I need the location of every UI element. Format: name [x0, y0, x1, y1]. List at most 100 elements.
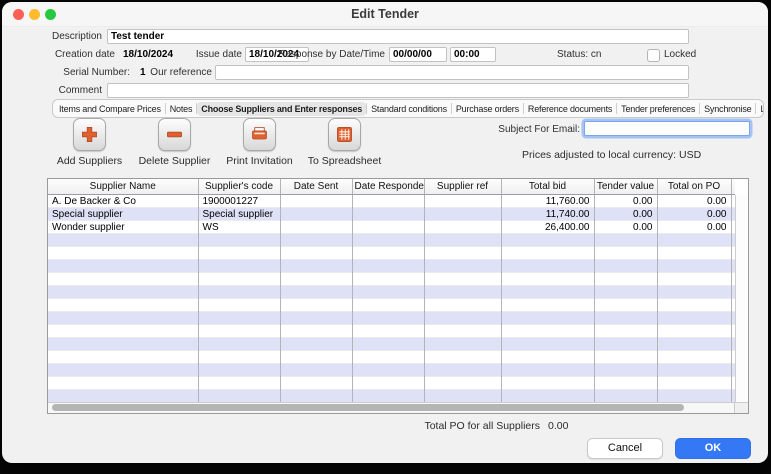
- cell-date-responded[interactable]: [352, 351, 424, 364]
- cancel-button[interactable]: Cancel: [587, 438, 663, 459]
- cell-total-on-po[interactable]: [657, 351, 731, 364]
- cell-tender-value[interactable]: 0.00: [594, 195, 657, 208]
- response-time-input[interactable]: 00:00: [450, 47, 496, 62]
- cell-supplier-ref[interactable]: [424, 351, 501, 364]
- column-header-total-on-po[interactable]: Total on PO: [657, 179, 731, 195]
- cell-supplier-name[interactable]: [48, 286, 198, 299]
- cell-supplier-s-code[interactable]: 1900001227: [198, 195, 280, 208]
- cell-supplier-name[interactable]: Wonder supplier: [48, 221, 198, 234]
- cell-tender-value[interactable]: [594, 325, 657, 338]
- comment-input[interactable]: [107, 83, 689, 98]
- cell-date-sent[interactable]: [280, 299, 352, 312]
- cell-date-responded[interactable]: [352, 273, 424, 286]
- cell-tender-value[interactable]: [594, 299, 657, 312]
- cell-tender-value[interactable]: [594, 312, 657, 325]
- cell-supplier-ref[interactable]: [424, 377, 501, 390]
- cell-date-responded[interactable]: [352, 234, 424, 247]
- cell-total-bid[interactable]: [501, 390, 594, 403]
- cell-supplier-s-code[interactable]: [198, 338, 280, 351]
- table-row-empty[interactable]: [48, 312, 735, 325]
- cell-date-responded[interactable]: [352, 286, 424, 299]
- cell-date-sent[interactable]: [280, 390, 352, 403]
- cell-total-on-po[interactable]: [657, 247, 731, 260]
- table-row-empty[interactable]: [48, 247, 735, 260]
- cell-date-responded[interactable]: [352, 377, 424, 390]
- cell-supplier-ref[interactable]: [424, 195, 501, 208]
- table-row-empty[interactable]: [48, 338, 735, 351]
- cell-date-sent[interactable]: [280, 247, 352, 260]
- cell-date-sent[interactable]: [280, 195, 352, 208]
- cell-total-on-po[interactable]: [657, 325, 731, 338]
- tab-log[interactable]: Log: [756, 102, 764, 116]
- cell-supplier-s-code[interactable]: WS: [198, 221, 280, 234]
- cell-date-responded[interactable]: [352, 312, 424, 325]
- cell-total-bid[interactable]: 11,740.00: [501, 208, 594, 221]
- cell-tender-value[interactable]: [594, 286, 657, 299]
- delete-supplier-button[interactable]: Delete Supplier: [132, 118, 217, 167]
- cell-total-on-po[interactable]: [657, 364, 731, 377]
- cell-supplier-s-code[interactable]: [198, 260, 280, 273]
- cell-total-on-po[interactable]: 0.00: [657, 208, 731, 221]
- ok-button[interactable]: OK: [675, 438, 751, 459]
- cell-total-bid[interactable]: [501, 234, 594, 247]
- cell-date-responded[interactable]: [352, 299, 424, 312]
- cell-total-bid[interactable]: [501, 377, 594, 390]
- cell-total-on-po[interactable]: [657, 286, 731, 299]
- cell-total-on-po[interactable]: [657, 312, 731, 325]
- spreadsheet-icon[interactable]: [328, 118, 361, 151]
- tab-notes[interactable]: Notes: [166, 102, 197, 116]
- cell-total-bid[interactable]: 26,400.00: [501, 221, 594, 234]
- cell-supplier-ref[interactable]: [424, 325, 501, 338]
- cell-date-sent[interactable]: [280, 286, 352, 299]
- tab-tender-preferences[interactable]: Tender preferences: [617, 102, 699, 116]
- cell-supplier-ref[interactable]: [424, 208, 501, 221]
- cell-tender-value[interactable]: [594, 351, 657, 364]
- column-header-total-bid[interactable]: Total bid: [501, 179, 594, 195]
- horizontal-scrollbar-thumb[interactable]: [52, 404, 684, 411]
- cell-date-responded[interactable]: [352, 338, 424, 351]
- to-spreadsheet-button[interactable]: To Spreadsheet: [302, 118, 387, 167]
- table-row[interactable]: A. De Backer & Co190000122711,760.000.00…: [48, 195, 735, 208]
- cell-date-responded[interactable]: [352, 364, 424, 377]
- column-header-supplier-name[interactable]: Supplier Name: [48, 179, 198, 195]
- cell-supplier-name[interactable]: [48, 234, 198, 247]
- cell-supplier-name[interactable]: [48, 273, 198, 286]
- cell-supplier-s-code[interactable]: [198, 286, 280, 299]
- table-row-empty[interactable]: [48, 377, 735, 390]
- cell-tender-value[interactable]: [594, 234, 657, 247]
- our-reference-input[interactable]: [215, 65, 689, 80]
- cell-supplier-name[interactable]: [48, 390, 198, 403]
- cell-supplier-name[interactable]: [48, 260, 198, 273]
- cell-supplier-name[interactable]: [48, 312, 198, 325]
- cell-tender-value[interactable]: [594, 247, 657, 260]
- horizontal-scrollbar-track[interactable]: [48, 402, 735, 413]
- printer-icon[interactable]: [243, 118, 276, 151]
- cell-supplier-s-code[interactable]: [198, 325, 280, 338]
- tab-reference-documents[interactable]: Reference documents: [524, 102, 616, 116]
- cell-total-on-po[interactable]: [657, 260, 731, 273]
- table-row-empty[interactable]: [48, 351, 735, 364]
- cell-supplier-ref[interactable]: [424, 234, 501, 247]
- cell-total-on-po[interactable]: 0.00: [657, 221, 731, 234]
- cell-supplier-ref[interactable]: [424, 338, 501, 351]
- table-row-empty[interactable]: [48, 273, 735, 286]
- cell-total-on-po[interactable]: [657, 299, 731, 312]
- column-header-date-responded[interactable]: Date Responded: [352, 179, 424, 195]
- cell-date-responded[interactable]: [352, 208, 424, 221]
- cell-date-responded[interactable]: [352, 247, 424, 260]
- tab-choose-suppliers-and-enter-responses[interactable]: Choose Suppliers and Enter responses: [197, 102, 366, 116]
- cell-supplier-name[interactable]: Special supplier: [48, 208, 198, 221]
- cell-total-bid[interactable]: [501, 260, 594, 273]
- column-header-date-sent[interactable]: Date Sent: [280, 179, 352, 195]
- tab-standard-conditions[interactable]: Standard conditions: [367, 102, 451, 116]
- cell-tender-value[interactable]: [594, 377, 657, 390]
- cell-supplier-name[interactable]: [48, 299, 198, 312]
- table-row-empty[interactable]: [48, 390, 735, 403]
- cell-supplier-s-code[interactable]: [198, 364, 280, 377]
- cell-date-sent[interactable]: [280, 273, 352, 286]
- cell-supplier-ref[interactable]: [424, 221, 501, 234]
- cell-total-bid[interactable]: [501, 286, 594, 299]
- cell-date-responded[interactable]: [352, 325, 424, 338]
- tab-purchase-orders[interactable]: Purchase orders: [452, 102, 523, 116]
- cell-date-sent[interactable]: [280, 364, 352, 377]
